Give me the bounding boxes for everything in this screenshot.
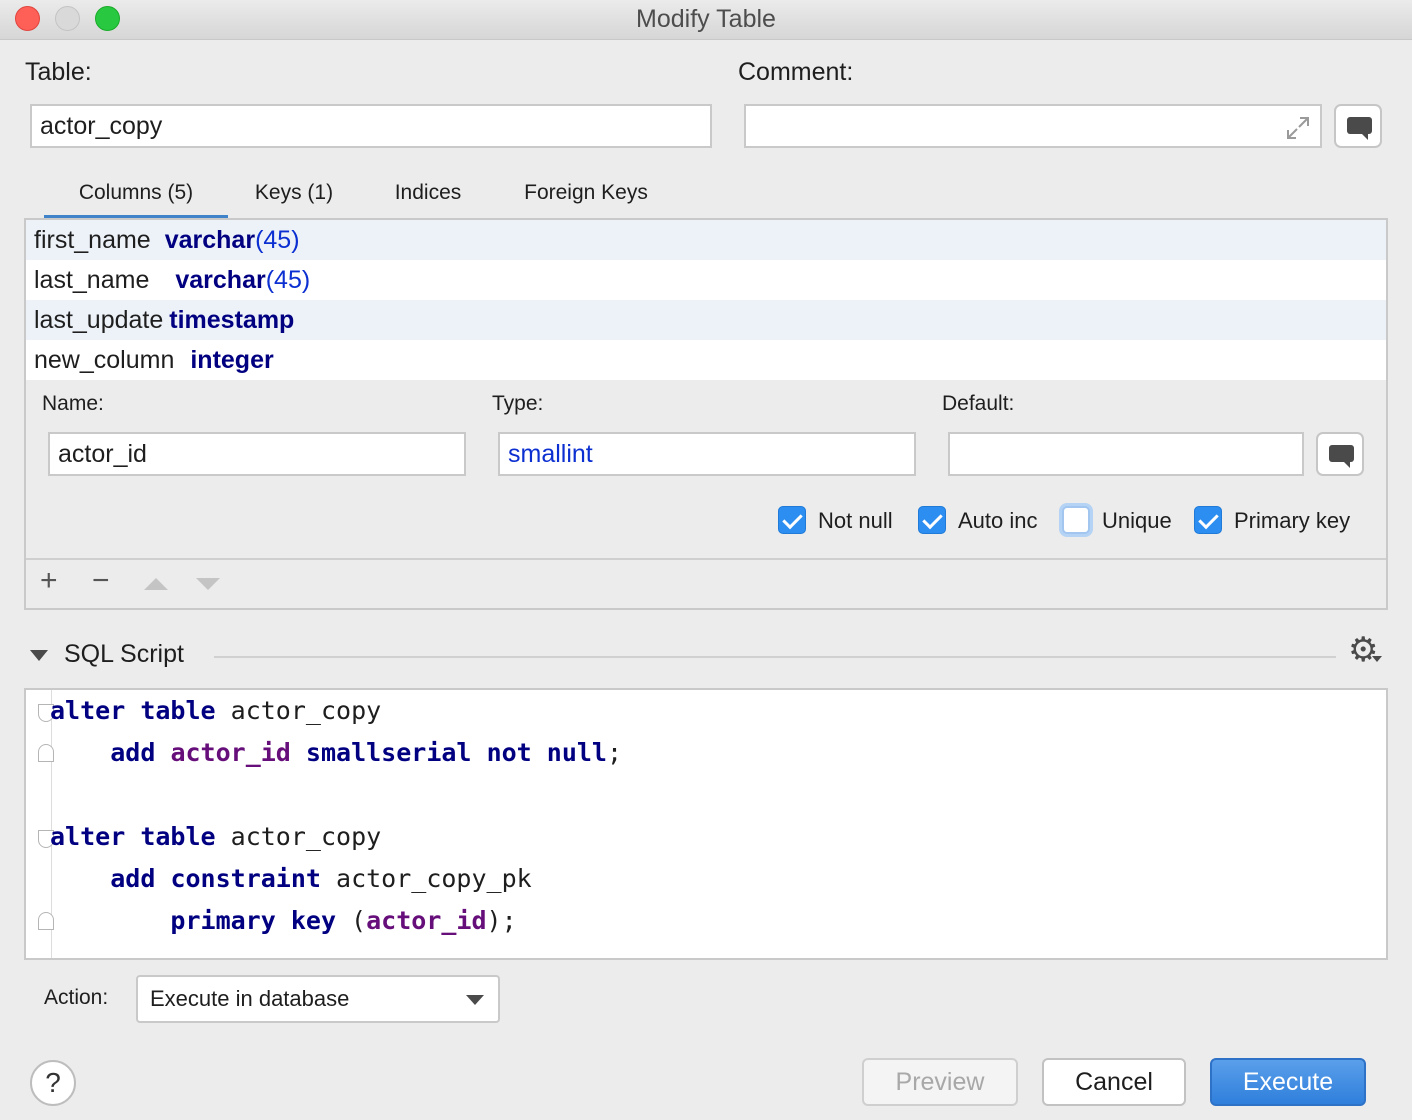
title-bar: Modify Table bbox=[0, 0, 1412, 40]
sql-line bbox=[50, 774, 622, 816]
sql-line: alter table actor_copy bbox=[50, 696, 382, 725]
execute-button[interactable]: Execute bbox=[1210, 1058, 1366, 1106]
column-name-input[interactable]: actor_id bbox=[48, 432, 466, 476]
modify-table-dialog: Modify Table Table: Comment: actor_copy … bbox=[0, 0, 1412, 1120]
sql-line: add actor_id smallserial not null; bbox=[110, 738, 623, 767]
action-value: Execute in database bbox=[150, 986, 350, 1011]
column-name: last_update bbox=[34, 306, 164, 334]
column-type: integer bbox=[190, 346, 274, 374]
column-row[interactable]: new_column integer bbox=[26, 340, 1386, 380]
column-size: (45) bbox=[265, 266, 311, 294]
gear-icon[interactable]: ⚙ bbox=[1348, 630, 1378, 670]
add-column-button[interactable]: + bbox=[40, 564, 58, 598]
window-title: Modify Table bbox=[636, 5, 776, 33]
not-null-label: Not null bbox=[818, 508, 893, 533]
column-name: last_name bbox=[34, 266, 150, 294]
sql-code: alter table actor_copy add actor_id smal… bbox=[50, 690, 622, 942]
move-down-icon[interactable] bbox=[196, 578, 220, 590]
column-type: varchar bbox=[164, 226, 256, 254]
comment-input[interactable] bbox=[744, 104, 1322, 148]
column-type-input[interactable]: smallint bbox=[498, 432, 916, 476]
tab-columns[interactable]: Columns (5) bbox=[44, 176, 228, 220]
sql-line: primary key (actor_id); bbox=[170, 906, 517, 935]
preview-button[interactable]: Preview bbox=[862, 1058, 1018, 1106]
comment-label: Comment: bbox=[738, 58, 854, 86]
column-type: varchar bbox=[175, 266, 266, 294]
remove-column-button[interactable]: − bbox=[92, 564, 110, 598]
expand-icon[interactable] bbox=[1284, 114, 1312, 142]
cancel-button[interactable]: Cancel bbox=[1042, 1058, 1186, 1106]
action-label: Action: bbox=[44, 986, 109, 1009]
table-name-input[interactable]: actor_copy bbox=[30, 104, 712, 148]
tab-indices[interactable]: Indices bbox=[374, 176, 482, 220]
comment-bubble-icon bbox=[1329, 445, 1354, 468]
sql-line: alter table actor_copy bbox=[50, 822, 382, 851]
table-label: Table: bbox=[25, 58, 92, 86]
action-select[interactable]: Execute in database bbox=[136, 975, 500, 1023]
comment-bubble-icon bbox=[1347, 117, 1372, 140]
sql-editor[interactable]: alter table actor_copy add actor_id smal… bbox=[24, 688, 1388, 960]
unique-checkbox[interactable] bbox=[1062, 506, 1090, 534]
column-editor: Name: Type: Default: actor_id smallint N… bbox=[26, 380, 1386, 560]
column-row[interactable]: last_update timestamp bbox=[26, 300, 1386, 340]
columns-panel: first_name varchar(45) last_name varchar(4… bbox=[24, 218, 1388, 610]
sql-script-header[interactable]: SQL Script ⚙ bbox=[30, 631, 1386, 674]
column-type: timestamp bbox=[169, 306, 295, 334]
default-label: Default: bbox=[942, 392, 1015, 415]
column-row[interactable]: last_name varchar(45) bbox=[26, 260, 1386, 300]
auto-inc-label: Auto inc bbox=[958, 508, 1038, 533]
unique-label: Unique bbox=[1102, 508, 1172, 533]
tab-foreign-keys[interactable]: Foreign Keys bbox=[506, 176, 666, 220]
chevron-down-icon bbox=[1372, 656, 1382, 662]
column-size: (45) bbox=[255, 226, 300, 254]
column-comment-button[interactable] bbox=[1316, 432, 1364, 476]
name-label: Name: bbox=[42, 392, 104, 415]
column-row[interactable]: first_name varchar(45) bbox=[26, 220, 1386, 260]
primary-key-label: Primary key bbox=[1234, 508, 1351, 533]
separator bbox=[214, 656, 1336, 658]
sql-line: add constraint actor_copy_pk bbox=[110, 864, 532, 893]
sql-script-title: SQL Script bbox=[64, 640, 184, 668]
auto-inc-checkbox[interactable] bbox=[918, 506, 946, 534]
default-value-input[interactable] bbox=[948, 432, 1304, 476]
not-null-checkbox[interactable] bbox=[778, 506, 806, 534]
chevron-down-icon bbox=[466, 995, 484, 1005]
primary-key-checkbox[interactable] bbox=[1194, 506, 1222, 534]
column-name: first_name bbox=[34, 226, 151, 254]
column-name: new_column bbox=[34, 346, 175, 374]
tab-keys[interactable]: Keys (1) bbox=[236, 176, 352, 220]
collapse-triangle-icon[interactable] bbox=[30, 650, 48, 661]
type-label: Type: bbox=[492, 392, 544, 415]
move-up-icon[interactable] bbox=[144, 578, 168, 590]
help-button[interactable]: ? bbox=[30, 1060, 76, 1106]
comment-button[interactable] bbox=[1334, 104, 1382, 148]
